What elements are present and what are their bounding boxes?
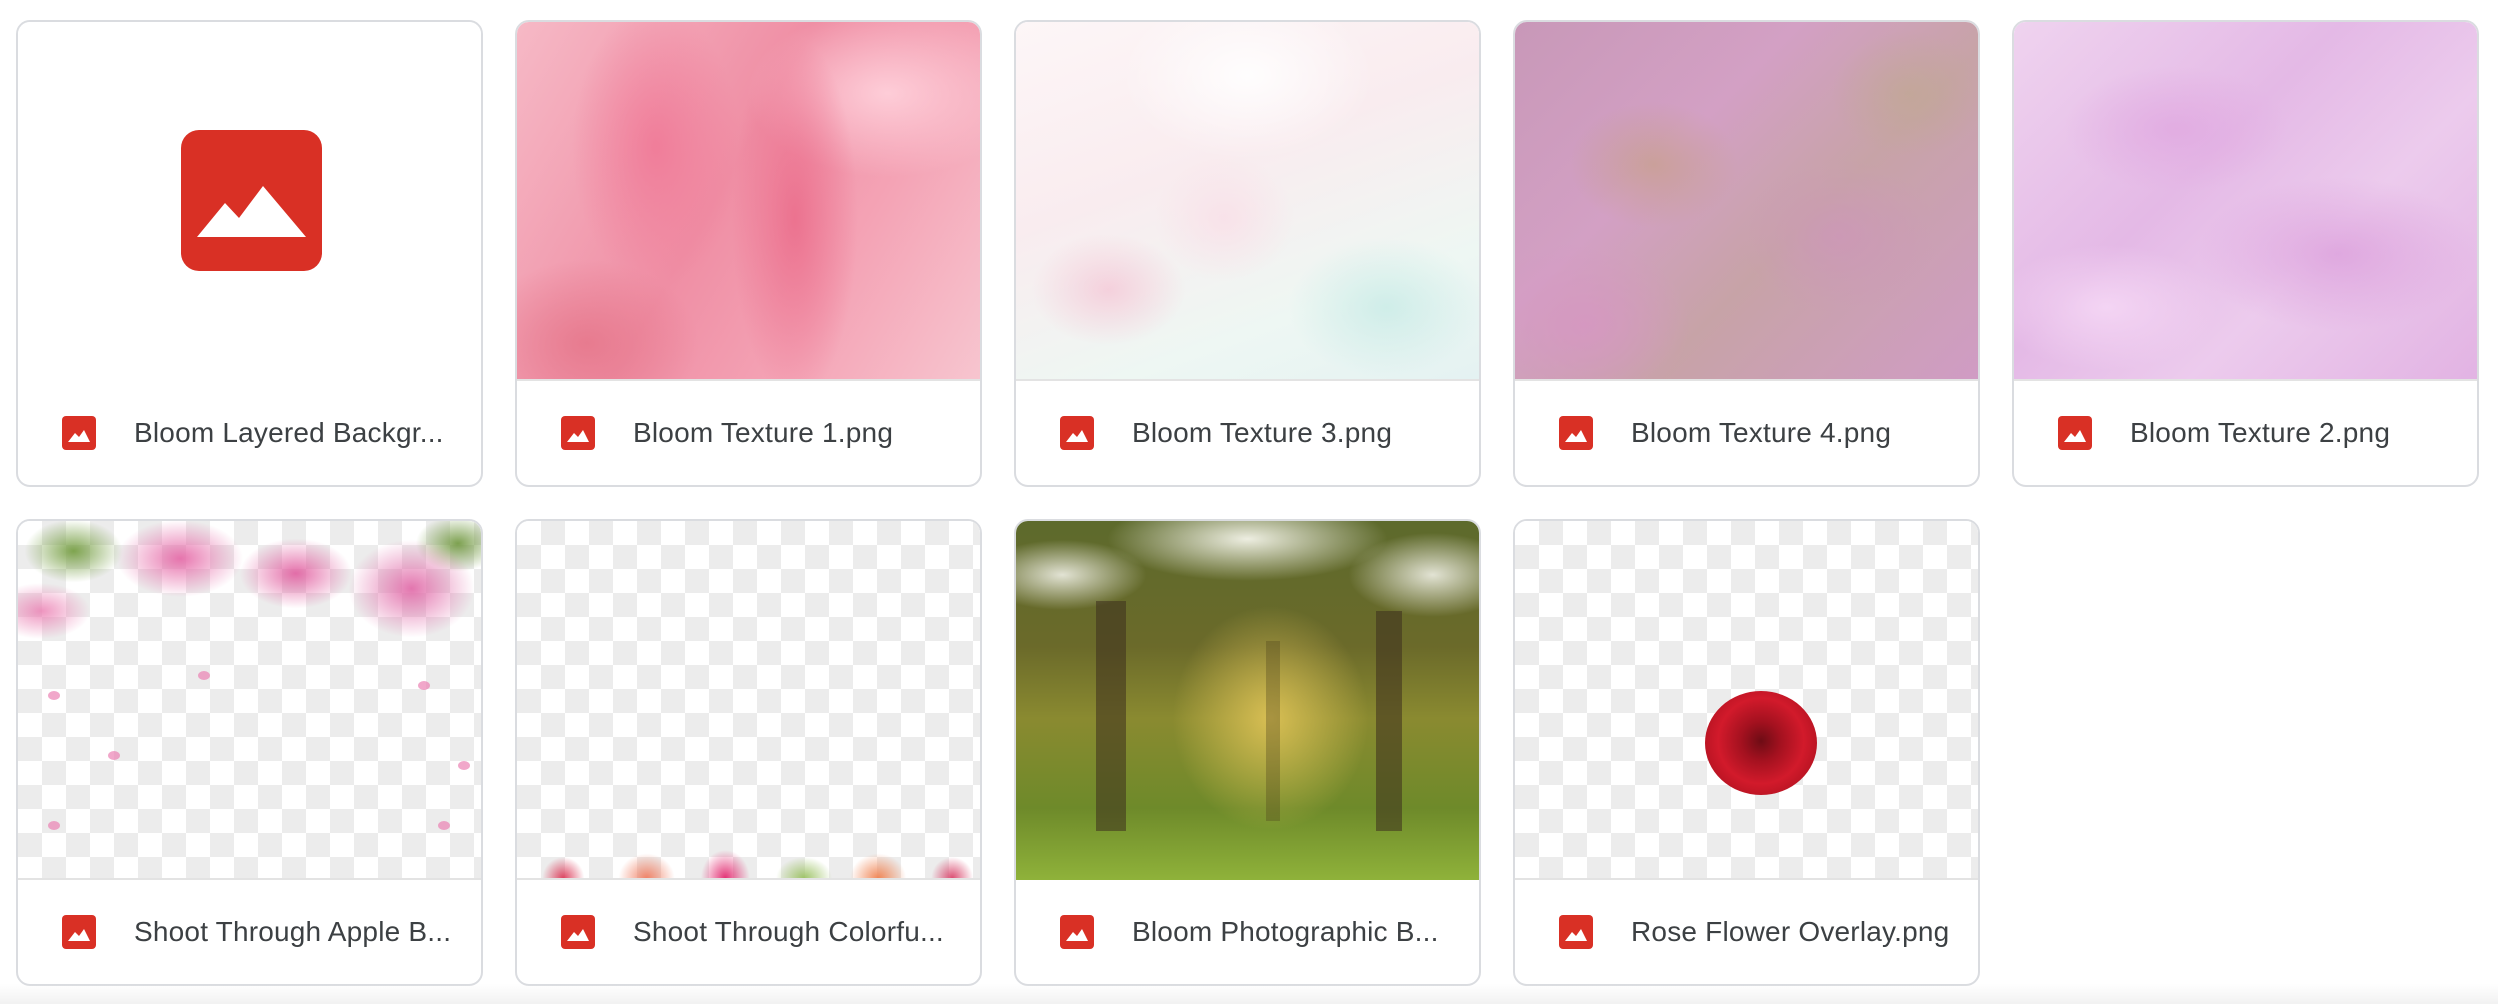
file-card-bloom-texture-2[interactable]: Bloom Texture 2.png (2012, 20, 2479, 487)
rose-image (1705, 691, 1817, 795)
colorful-flowers-image (517, 818, 980, 878)
image-file-icon (62, 416, 96, 450)
file-card-bloom-texture-3[interactable]: Bloom Texture 3.png (1014, 20, 1481, 487)
file-name: Rose Flower Overlay.png (1631, 916, 1950, 947)
scroll-shadow (0, 984, 2498, 1004)
image-file-icon (2058, 416, 2092, 450)
file-label-row: Rose Flower Overlay.png (1515, 880, 1978, 984)
image-file-icon (561, 915, 595, 949)
file-thumbnail (2014, 22, 2477, 381)
file-label-row: Bloom Texture 4.png (1515, 381, 1978, 485)
file-card-bloom-photographic-background[interactable]: Bloom Photographic B... (1014, 519, 1481, 986)
file-card-shoot-through-apple-blossom[interactable]: Shoot Through Apple B... (16, 519, 483, 986)
file-name: Bloom Layered Backgr... (134, 417, 444, 448)
file-thumbnail (1515, 22, 1978, 381)
image-file-icon (62, 915, 96, 949)
image-placeholder-icon (181, 130, 322, 271)
forest-blossom-image (1016, 521, 1479, 880)
file-label-row: Bloom Texture 1.png (517, 381, 980, 485)
texture-image (1515, 22, 1978, 379)
apple-blossom-image (18, 521, 481, 671)
file-name: Bloom Texture 3.png (1132, 417, 1393, 448)
file-name: Bloom Photographic B... (1132, 916, 1439, 947)
file-thumbnail (517, 521, 980, 880)
file-label-row: Bloom Photographic B... (1016, 880, 1479, 984)
file-name: Bloom Texture 1.png (633, 417, 894, 448)
texture-image (517, 22, 980, 379)
file-label-row: Shoot Through Colorfu... (517, 880, 980, 984)
image-file-icon (1060, 416, 1094, 450)
image-file-icon (1559, 416, 1593, 450)
file-card-bloom-texture-4[interactable]: Bloom Texture 4.png (1513, 20, 1980, 487)
file-grid: Bloom Layered Backgr... Bloom Texture 1.… (16, 20, 2479, 986)
file-label-row: Shoot Through Apple B... (18, 880, 481, 984)
file-name: Bloom Texture 2.png (2130, 417, 2391, 448)
texture-image (2014, 22, 2477, 379)
file-thumbnail (18, 521, 481, 880)
file-card-shoot-through-colorful[interactable]: Shoot Through Colorfu... (515, 519, 982, 986)
file-label-row: Bloom Layered Backgr... (18, 381, 481, 485)
file-label-row: Bloom Texture 3.png (1016, 381, 1479, 485)
file-card-rose-flower-overlay[interactable]: Rose Flower Overlay.png (1513, 519, 1980, 986)
file-thumbnail (1515, 521, 1978, 880)
image-file-icon (1060, 915, 1094, 949)
file-thumbnail (1016, 521, 1479, 880)
file-name: Shoot Through Colorfu... (633, 916, 944, 947)
file-thumbnail (1016, 22, 1479, 381)
image-file-icon (1559, 915, 1593, 949)
file-card-bloom-texture-1[interactable]: Bloom Texture 1.png (515, 20, 982, 487)
file-thumbnail (517, 22, 980, 381)
file-name: Shoot Through Apple B... (134, 916, 452, 947)
file-label-row: Bloom Texture 2.png (2014, 381, 2477, 485)
file-thumbnail (18, 22, 481, 381)
texture-image (1016, 22, 1479, 379)
file-name: Bloom Texture 4.png (1631, 417, 1892, 448)
image-file-icon (561, 416, 595, 450)
file-card-bloom-layered-background[interactable]: Bloom Layered Backgr... (16, 20, 483, 487)
